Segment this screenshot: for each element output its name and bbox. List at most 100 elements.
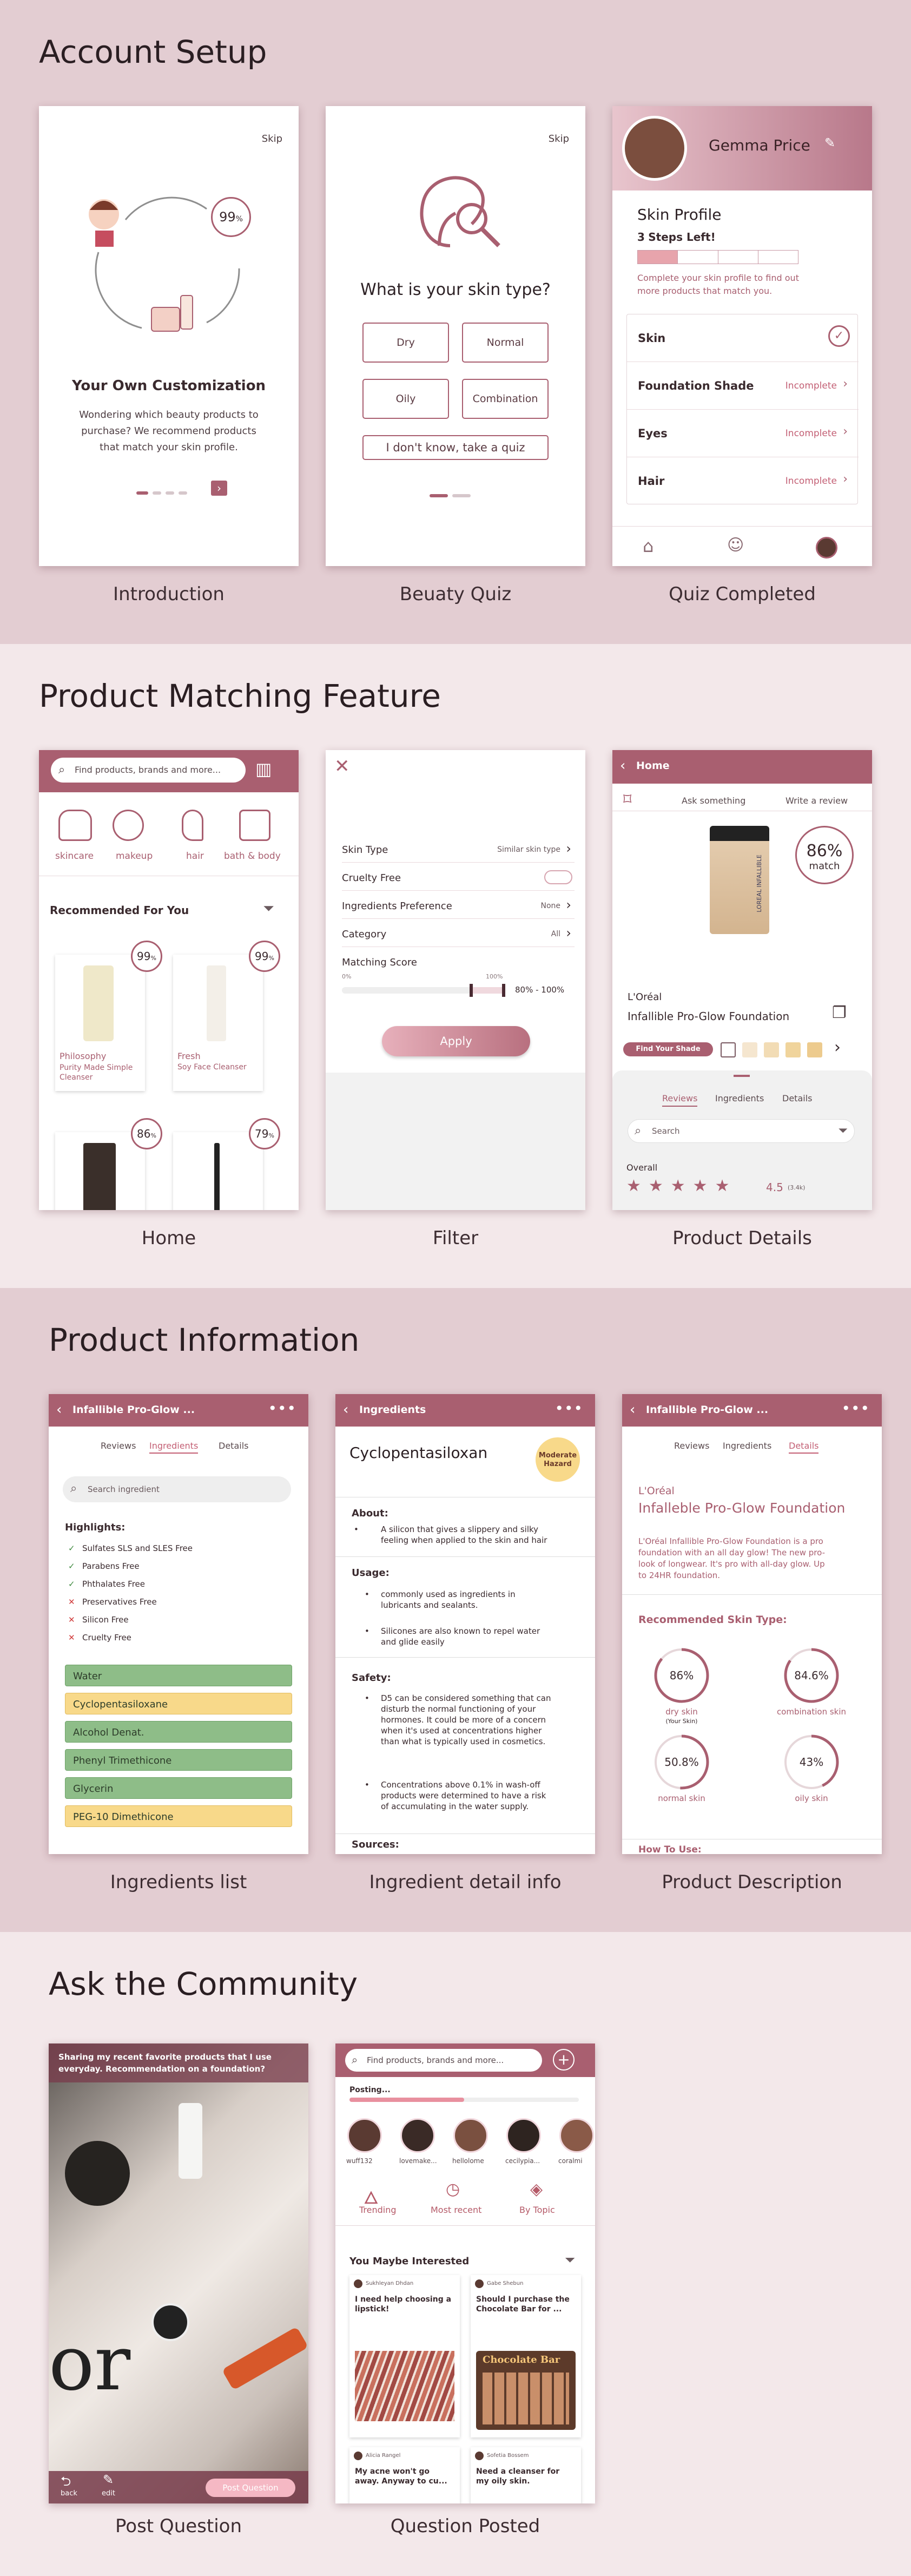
tab-details[interactable]: Details [782, 1093, 812, 1103]
category-skincare[interactable]: skincare [55, 851, 94, 862]
filter-most-recent[interactable]: Most recent [431, 2205, 481, 2215]
community-icon[interactable]: ☺ [727, 536, 744, 555]
step-foundation-shade[interactable]: Foundation Shade Incomplete › [627, 362, 859, 410]
filter-category[interactable]: Category All › [342, 919, 575, 947]
more-icon[interactable]: ••• [268, 1399, 296, 1417]
chevron-right-icon[interactable]: › [834, 1038, 841, 1057]
shade-swatch[interactable] [785, 1042, 801, 1057]
tab-ingredients[interactable]: Ingredients [723, 1441, 771, 1451]
step-hair[interactable]: Hair Incomplete › [627, 457, 859, 505]
search-input[interactable]: ⌕ Find products, brands and more... [345, 2049, 542, 2072]
skip-link[interactable]: Skip [262, 133, 282, 144]
search-input[interactable]: ⌕ Find products, brands and more... [51, 758, 246, 783]
question-card[interactable]: Gabe Shebun Should I purchase the Chocola… [471, 2275, 581, 2437]
back-icon[interactable]: ‹ [343, 1402, 348, 1418]
edit-icon[interactable]: ✎ [824, 135, 835, 150]
edit-icon[interactable]: ✎ [103, 2472, 114, 2487]
story-avatar[interactable] [453, 2118, 488, 2153]
filter-cruelty-free[interactable]: Cruelty Free [342, 863, 575, 891]
filter-skin-type[interactable]: Skin Type Similar skin type › [342, 834, 575, 863]
product-card[interactable] [173, 1132, 263, 1210]
back-icon[interactable]: ‹ [56, 1402, 62, 1418]
ingredient-item[interactable]: Phenyl Trimethicone [65, 1749, 292, 1771]
barcode-scan-icon[interactable]: ▥ [255, 759, 272, 779]
tab-details[interactable]: Details [219, 1441, 248, 1451]
option-normal[interactable]: Normal [462, 323, 549, 363]
shade-swatch[interactable] [742, 1042, 757, 1057]
tab-reviews[interactable]: Reviews [662, 1093, 698, 1107]
category-makeup[interactable]: makeup [116, 851, 153, 862]
back-icon[interactable]: ‹ [620, 758, 625, 774]
intro-desc: Wondering which beauty products to purcha… [79, 409, 259, 453]
shade-swatch[interactable] [807, 1042, 822, 1057]
tab-reviews[interactable]: Reviews [674, 1441, 709, 1451]
filter-icon[interactable]: ⏷ [565, 2252, 575, 2268]
step-skin[interactable]: Skin ✓ [627, 314, 859, 362]
option-combination[interactable]: Combination [462, 379, 549, 419]
filter-trending[interactable]: Trending [359, 2205, 397, 2215]
back-label[interactable]: back [61, 2489, 77, 2498]
shade-swatch[interactable] [764, 1042, 779, 1057]
ingredient-item[interactable]: Cyclopentasiloxane [65, 1693, 292, 1714]
avatar[interactable] [622, 116, 687, 181]
product-card[interactable]: Philosophy Purity Made Simple Cleanser [55, 955, 145, 1091]
write-review-link[interactable]: Write a review [785, 796, 848, 806]
close-icon[interactable]: ✕ [334, 755, 350, 777]
product-card[interactable]: Fresh Soy Face Cleanser [173, 955, 263, 1091]
makeup-icon[interactable] [113, 810, 144, 841]
option-dry[interactable]: Dry [362, 323, 449, 363]
chevron-right-icon: › [566, 897, 571, 912]
option-oily[interactable]: Oily [362, 379, 449, 419]
clock-icon[interactable]: ◷ [446, 2180, 460, 2199]
more-icon[interactable]: ••• [841, 1399, 870, 1417]
skip-link[interactable]: Skip [549, 133, 569, 144]
question-card[interactable]: Sukhleyan Dhdan I need help choosing a li… [349, 2275, 460, 2437]
review-search-input[interactable]: ⌕ Search ⏷ [628, 1119, 855, 1143]
topic-icon[interactable]: ◈ [530, 2180, 543, 2199]
category-hair[interactable]: hair [186, 851, 204, 862]
ingredient-item[interactable]: PEG-10 Dimethicone [65, 1805, 292, 1827]
category-bath-body[interactable]: bath & body [224, 851, 281, 862]
ingredient-item[interactable]: Water [65, 1665, 292, 1686]
toggle-switch[interactable] [544, 870, 572, 884]
back-icon[interactable]: ‹ [630, 1402, 635, 1418]
bookmark-icon[interactable]: ⌑ [623, 790, 631, 809]
ingredient-item[interactable]: Glycerin [65, 1777, 292, 1799]
question-card[interactable]: Sofetia Bossem Need a cleanser for my oil… [471, 2447, 581, 2503]
find-shade-button[interactable]: Find Your Shade [623, 1042, 713, 1056]
tab-ingredients[interactable]: Ingredients [149, 1441, 199, 1454]
story-avatar[interactable] [559, 2118, 594, 2153]
hair-icon[interactable] [182, 810, 203, 841]
post-question-button[interactable]: Post Question [206, 2479, 295, 2497]
step-eyes[interactable]: Eyes Incomplete › [627, 410, 859, 457]
product-card[interactable] [55, 1132, 145, 1210]
question-card[interactable]: Alicia Rangel My acne won't go away. Anyw… [349, 2447, 460, 2503]
tab-details[interactable]: Details [789, 1441, 819, 1454]
shade-swatch[interactable] [721, 1042, 736, 1057]
story-avatar[interactable] [347, 2118, 382, 2153]
matching-score-slider[interactable] [342, 984, 505, 997]
ingredient-search-input[interactable]: ⌕ Search ingredient [63, 1476, 291, 1502]
add-post-icon[interactable]: + [553, 2049, 575, 2071]
bath-body-icon[interactable] [239, 810, 270, 841]
ask-something-link[interactable]: Ask something [682, 796, 745, 806]
home-icon[interactable]: ⌂ [643, 536, 653, 556]
more-icon[interactable]: ••• [554, 1399, 583, 1417]
profile-tab-avatar[interactable] [816, 537, 837, 558]
take-quiz-button[interactable]: I don't know, take a quiz [362, 435, 549, 460]
next-button[interactable]: › [211, 481, 227, 496]
story-avatar[interactable] [506, 2118, 541, 2153]
story-avatar[interactable] [400, 2118, 435, 2153]
filter-icon[interactable]: ⏷ [263, 901, 274, 917]
ingredient-item[interactable]: Alcohol Denat. [65, 1721, 292, 1743]
edit-label[interactable]: edit [102, 2489, 115, 2498]
compare-icon[interactable]: ❐ [832, 1003, 847, 1022]
apply-button[interactable]: Apply [382, 1026, 530, 1056]
filter-icon[interactable]: ⏷ [838, 1124, 848, 1138]
post-text[interactable]: Sharing my recent favorite products that… [58, 2051, 272, 2075]
tab-ingredients[interactable]: Ingredients [715, 1093, 764, 1103]
filter-ingredients[interactable]: Ingredients Preference None › [342, 891, 575, 919]
tab-reviews[interactable]: Reviews [101, 1441, 136, 1451]
skincare-icon[interactable] [58, 810, 92, 841]
filter-by-topic[interactable]: By Topic [519, 2205, 555, 2215]
